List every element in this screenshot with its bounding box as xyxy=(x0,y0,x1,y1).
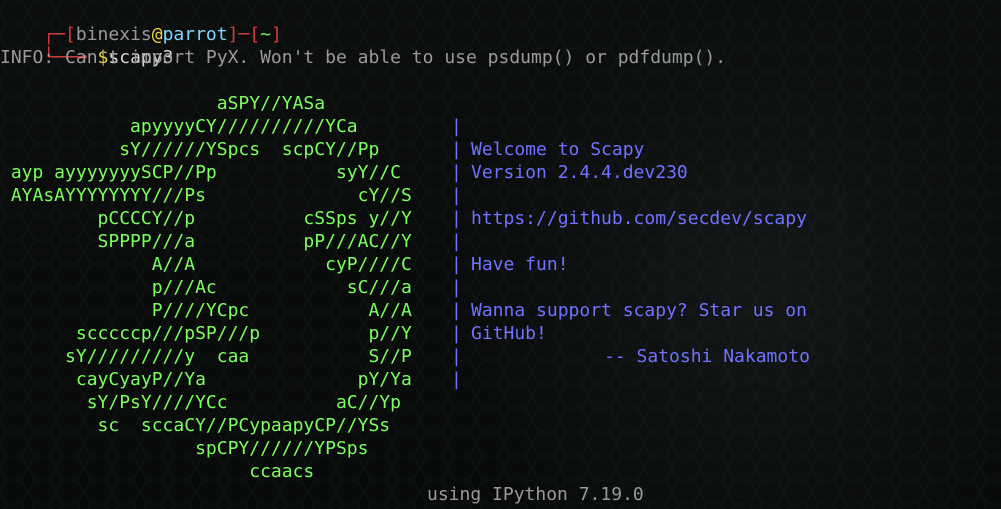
prompt-dir: ~ xyxy=(260,24,271,45)
separator-bar: | xyxy=(451,208,462,229)
separator-bar: | xyxy=(451,139,462,160)
art-line: A//A cyP////C xyxy=(0,254,412,275)
signature-text: -- Satoshi Nakamoto xyxy=(604,346,810,367)
art-line: sY/////////y caa S//P xyxy=(0,346,412,367)
terminal-window: ┌─[binexis@parrot]─[~] └──╼ $scapy3 INFO… xyxy=(0,0,1001,509)
art-line: ayp ayyyyyyySCP//Pp syY//C xyxy=(0,162,401,183)
prompt-line: ┌─[binexis@parrot]─[~] xyxy=(43,24,282,45)
art-line: pCCCCY//p cSSps y//Y xyxy=(0,208,412,229)
support-text-line-2: GitHub! xyxy=(471,323,547,344)
art-line: SPPPP///a pP///AC//Y xyxy=(0,231,412,252)
separator-bar: | xyxy=(451,116,462,137)
github-url[interactable]: https://github.com/secdev/scapy xyxy=(471,207,807,230)
support-text-line-1: Wanna support scapy? Star us on xyxy=(471,300,807,321)
separator-bar: | xyxy=(451,185,462,206)
ipython-footer: using IPython 7.19.0 xyxy=(427,484,644,505)
command-line: └──╼ $scapy3 xyxy=(43,47,174,68)
art-line: aSPY//YASa xyxy=(0,93,326,114)
art-line: cayCyayP//Ya pY/Ya xyxy=(0,369,412,390)
separator-bar: | xyxy=(451,369,462,390)
art-line: P////YCpc A//A xyxy=(0,300,412,321)
art-line: sY//////YSpcs scpCY//Pp xyxy=(0,139,380,160)
art-line: p///Ac sC///a xyxy=(0,277,412,298)
art-line: AYAsAYYYYYYYY///Ps cY//S xyxy=(0,185,412,206)
art-line: ccaacs xyxy=(0,461,315,482)
have-fun-text: Have fun! xyxy=(471,254,569,275)
separator-bar: | xyxy=(451,162,462,183)
separator-bar: | xyxy=(451,254,462,275)
art-line: scccccp///pSP///p p//Y xyxy=(0,323,412,344)
separator-bar: | xyxy=(451,323,462,344)
info-message: INFO: Can't import PyX. Won't be able to… xyxy=(0,47,727,68)
art-line: apyyyyCY//////////YCa xyxy=(0,116,358,137)
welcome-text: Welcome to Scapy xyxy=(471,139,645,160)
separator-bar: | xyxy=(451,277,462,298)
art-line: sc sccaCY//PCypaapyCP//YSs xyxy=(0,415,391,436)
separator-bar: | xyxy=(451,346,462,367)
art-line: sY/PsY////YCc aC//Yp xyxy=(0,392,401,413)
version-text: Version 2.4.4.dev230 xyxy=(471,162,688,183)
art-line: spCPY//////YPSps xyxy=(0,438,369,459)
separator-bar: | xyxy=(451,231,462,252)
separator-bar: | xyxy=(451,300,462,321)
